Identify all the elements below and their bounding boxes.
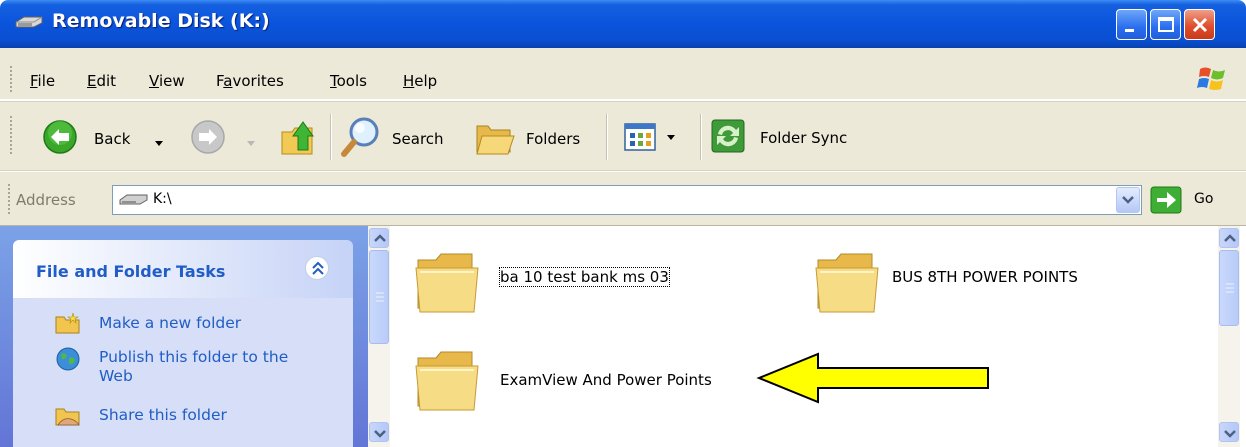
file-folder-tasks-panel: File and Folder Tasks Make a new folder …	[13, 240, 353, 447]
toolbar-separator	[606, 114, 608, 160]
folders-button[interactable]: Folders	[474, 116, 594, 158]
views-icon	[624, 123, 656, 151]
folder-label[interactable]: BUS 8TH POWER POINTS	[892, 268, 1078, 286]
search-label: Search	[392, 130, 444, 148]
standard-toolbar: Back Search Folders Folder Sync	[0, 101, 1246, 171]
task-panel-body: Make a new folder Publish this folder to…	[13, 298, 353, 447]
toolbar-separator	[700, 114, 702, 160]
folders-icon	[476, 125, 515, 155]
scroll-up-button[interactable]	[1219, 228, 1239, 248]
menu-grip[interactable]	[10, 66, 13, 94]
grip-lines-icon	[376, 292, 384, 302]
folder-item[interactable]	[414, 344, 484, 418]
folder-icon	[415, 351, 479, 411]
window-title: Removable Disk (K:)	[52, 10, 270, 32]
back-dropdown-button[interactable]	[154, 134, 164, 152]
address-grip[interactable]	[8, 184, 11, 216]
address-input[interactable]: K:\	[112, 185, 1142, 215]
up-folder-icon	[281, 121, 314, 155]
minimize-button[interactable]	[1116, 9, 1147, 40]
minimize-icon	[1125, 29, 1134, 32]
back-arrow-icon	[43, 120, 77, 154]
maximize-icon	[1158, 17, 1174, 32]
folder-sync-button[interactable]: Folder Sync	[710, 118, 880, 158]
folder-icon	[415, 253, 479, 313]
folder-sync-icon	[711, 119, 745, 153]
forward-arrow-icon	[191, 120, 225, 154]
menu-view[interactable]: View	[149, 72, 185, 90]
address-value: K:\	[153, 191, 172, 207]
title-bar[interactable]: Removable Disk (K:)	[0, 0, 1246, 48]
back-button[interactable]: Back	[42, 119, 152, 157]
forward-button[interactable]	[190, 119, 226, 155]
chevron-down-icon	[374, 430, 386, 438]
task-make-new-folder[interactable]: Make a new folder	[99, 314, 241, 333]
task-panel-header[interactable]: File and Folder Tasks	[13, 240, 353, 298]
chevron-up-icon	[374, 234, 386, 242]
scroll-down-button[interactable]	[1219, 422, 1239, 442]
go-arrow-icon	[1150, 186, 1182, 214]
share-folder-icon	[55, 408, 80, 426]
task-publish-folder-web[interactable]: Publish this folder to the Web	[99, 348, 319, 386]
close-button[interactable]	[1184, 9, 1215, 40]
scroll-down-button[interactable]	[369, 422, 389, 442]
folder-item[interactable]	[814, 246, 884, 320]
menu-file[interactable]: File	[30, 72, 55, 90]
windows-logo-icon	[1197, 67, 1225, 90]
task-panel-title: File and Folder Tasks	[36, 262, 226, 281]
file-list-scrollbar[interactable]	[1218, 226, 1240, 447]
go-button[interactable]	[1150, 186, 1182, 218]
removable-disk-icon	[119, 194, 148, 205]
folder-label[interactable]: ba 10 test bank ms 03	[499, 267, 670, 287]
go-label[interactable]: Go	[1194, 191, 1213, 207]
scroll-thumb[interactable]	[369, 250, 389, 344]
folders-label: Folders	[526, 130, 581, 148]
chevron-down-icon	[155, 141, 163, 146]
removable-disk-icon	[15, 16, 43, 28]
collapse-button[interactable]	[305, 256, 329, 280]
folder-sync-label: Folder Sync	[760, 129, 848, 147]
forward-dropdown-button[interactable]	[246, 134, 256, 152]
maximize-button[interactable]	[1150, 9, 1181, 40]
yellow-arrow-annotation	[756, 352, 989, 404]
address-dropdown-button[interactable]	[1116, 187, 1140, 213]
menu-favorites[interactable]: Favorites	[216, 72, 284, 90]
scroll-up-button[interactable]	[369, 228, 389, 248]
folder-label[interactable]: ExamView And Power Points	[500, 371, 712, 389]
back-label: Back	[94, 130, 131, 148]
file-list-view[interactable]: ba 10 test bank ms 03 BUS 8TH POWER POIN…	[392, 226, 1214, 447]
toolbar-separator	[330, 114, 332, 160]
toolbar-grip[interactable]	[10, 116, 13, 156]
task-share-folder[interactable]: Share this folder	[99, 406, 227, 425]
publish-web-icon	[56, 347, 80, 371]
menu-help[interactable]: Help	[403, 72, 437, 90]
chevron-up-icon	[1224, 234, 1236, 242]
chevron-down-icon	[667, 135, 675, 140]
grip-lines-icon	[1226, 283, 1234, 293]
views-button[interactable]	[622, 120, 688, 156]
up-folder-button[interactable]	[278, 116, 318, 158]
folder-item[interactable]	[414, 246, 484, 320]
chevron-down-icon	[1224, 430, 1236, 438]
menu-edit[interactable]: Edit	[87, 72, 116, 90]
folder-icon	[815, 253, 879, 313]
new-folder-icon	[55, 312, 80, 334]
double-chevron-up-icon	[312, 261, 324, 275]
close-icon	[1192, 17, 1208, 33]
chevron-down-icon	[247, 141, 255, 146]
menu-bar: File Edit View Favorites Tools Help	[0, 48, 1246, 100]
search-icon	[341, 117, 379, 157]
task-pane: File and Folder Tasks Make a new folder …	[0, 226, 368, 447]
address-label: Address	[16, 191, 76, 209]
task-pane-scrollbar[interactable]	[368, 226, 390, 447]
chevron-down-icon	[1122, 196, 1134, 204]
scroll-thumb[interactable]	[1219, 250, 1239, 326]
menu-tools[interactable]: Tools	[330, 72, 367, 90]
search-button[interactable]: Search	[340, 116, 460, 158]
address-bar: Address K:\ Go	[0, 172, 1246, 226]
